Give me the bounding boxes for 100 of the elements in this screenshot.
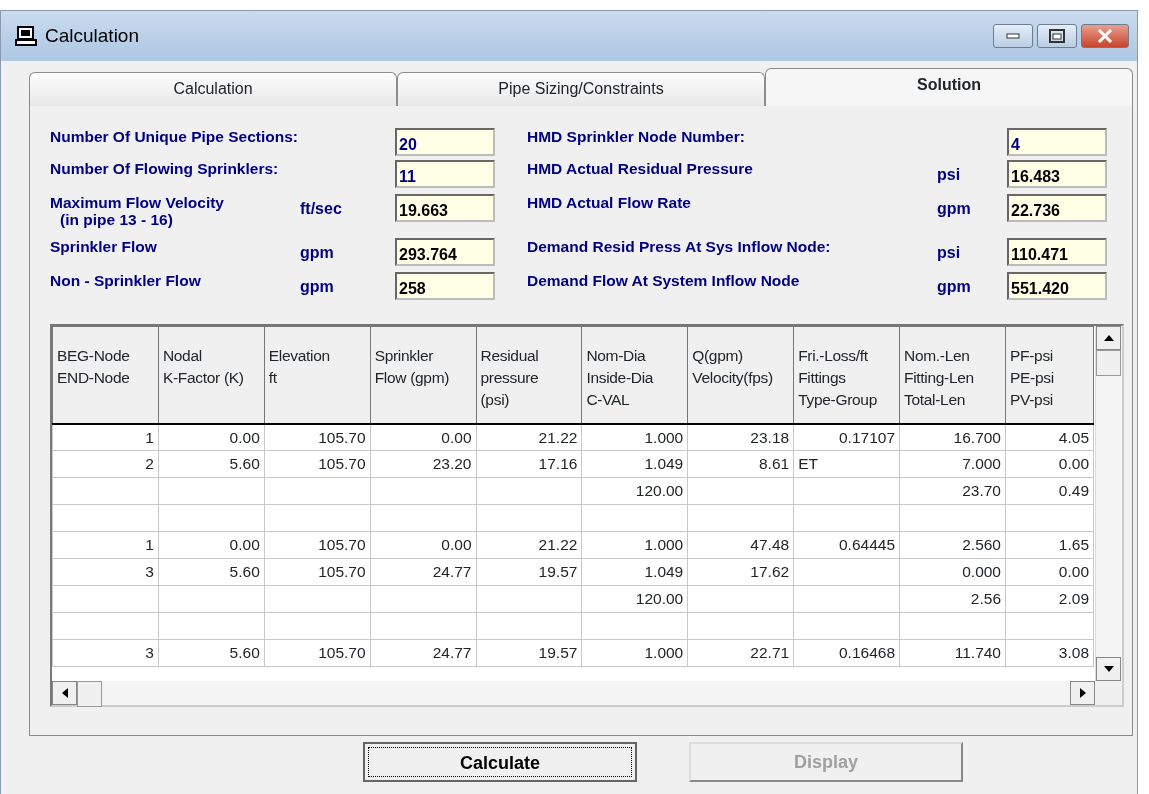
vertical-scrollbar[interactable] — [1095, 326, 1122, 681]
action-button[interactable]: Calculate — [363, 742, 637, 782]
table-cell: 120.00 — [581, 477, 688, 505]
unit-label: psi — [937, 165, 962, 185]
maximize-button[interactable] — [1037, 24, 1077, 48]
computer-icon — [15, 26, 37, 46]
table-cell: 1.049 — [581, 558, 688, 586]
unit-label: ft/sec — [300, 199, 343, 219]
column-header[interactable]: Sprinkler Flow (gpm) — [370, 326, 476, 424]
table-cell: 22.71 — [687, 639, 794, 667]
table-cell: 3 — [52, 558, 159, 586]
field-label: Number Of Flowing Sprinklers: — [50, 160, 280, 177]
table-cell: 0.16468 — [793, 639, 900, 667]
column-header[interactable]: Nodal K-Factor (K) — [158, 326, 265, 424]
table-cell: 3 — [52, 639, 159, 667]
table-cell: 16.700 — [899, 423, 1006, 451]
table-cell: 19.57 — [476, 558, 582, 586]
unit-label: gpm — [300, 277, 335, 297]
table-cell: 1.049 — [581, 450, 688, 478]
table-cell: 105.70 — [264, 423, 371, 451]
tab[interactable]: Solution — [765, 68, 1133, 106]
table-cell: 21.22 — [476, 531, 582, 559]
value-field[interactable]: 4 — [1007, 128, 1107, 156]
up-arrow-icon[interactable] — [1102, 334, 1115, 342]
table-cell: 2.56 — [899, 585, 1006, 613]
close-button[interactable] — [1081, 24, 1129, 48]
table-cell: 0.00 — [158, 423, 265, 451]
field-label: Demand Resid Press At Sys Inflow Node: — [527, 238, 832, 255]
table-cell: 23.20 — [370, 450, 476, 478]
table-cell: 1 — [52, 423, 159, 451]
field-note: (in pipe 13 - 16) — [59, 211, 174, 228]
table-cell: 0.00 — [370, 423, 476, 451]
table-cell: 24.77 — [370, 639, 476, 667]
column-header[interactable]: PF-psi PE-psi PV-psi — [1005, 326, 1094, 424]
table-cell: 8.61 — [687, 450, 794, 478]
maximize-icon — [1049, 29, 1065, 43]
column-header[interactable]: Residual pressure (psi) — [476, 326, 582, 424]
table-cell: 2 — [52, 450, 159, 478]
value-field[interactable]: 293.764 — [395, 238, 495, 266]
tab[interactable]: Pipe Sizing/Constraints — [397, 72, 765, 106]
table-cell: 11.740 — [899, 639, 1006, 667]
value-field[interactable]: 22.736 — [1007, 194, 1107, 222]
table-cell: ET — [793, 450, 900, 478]
table-cell: 3.08 — [1005, 639, 1094, 667]
table-cell: 2.560 — [899, 531, 1006, 559]
window-title: Calculation — [45, 23, 139, 48]
table-cell: 5.60 — [158, 639, 265, 667]
unit-label: gpm — [937, 277, 972, 297]
field-label: HMD Actual Flow Rate — [527, 194, 692, 211]
table-cell: 0.00 — [1005, 558, 1094, 586]
unit-label: gpm — [937, 199, 972, 219]
table-cell: 0.64445 — [793, 531, 900, 559]
table-cell: 7.000 — [899, 450, 1006, 478]
column-header[interactable]: Fri.-Loss/ft Fittings Type-Group — [793, 326, 900, 424]
field-label: HMD Sprinkler Node Number: — [527, 128, 746, 145]
table-cell: 1.000 — [581, 531, 688, 559]
field-label: Number Of Unique Pipe Sections: — [50, 128, 300, 145]
field-label: Maximum Flow Velocity — [50, 194, 225, 211]
table-cell: 19.57 — [476, 639, 582, 667]
column-header[interactable]: Elevation ft — [264, 326, 371, 424]
value-field[interactable]: 110.471 — [1007, 238, 1107, 266]
field-label: Non - Sprinkler Flow — [50, 272, 202, 289]
table-cell: 1.000 — [581, 423, 688, 451]
table-cell: 4.05 — [1005, 423, 1094, 451]
unit-label: gpm — [300, 243, 335, 263]
table-cell: 105.70 — [264, 450, 371, 478]
table-cell: 2.09 — [1005, 585, 1094, 613]
field-label: Demand Flow At System Inflow Node — [527, 272, 801, 289]
table-cell: 0.00 — [1005, 450, 1094, 478]
column-header[interactable]: BEG-Node END-Node — [52, 326, 159, 424]
table-cell: 17.62 — [687, 558, 794, 586]
right-arrow-icon[interactable] — [1078, 687, 1087, 699]
column-header[interactable]: Nom-Dia Inside-Dia C-VAL — [581, 326, 688, 424]
down-arrow-icon[interactable] — [1102, 665, 1115, 673]
scroll-thumb[interactable] — [1096, 350, 1121, 376]
value-field[interactable]: 258 — [395, 272, 495, 300]
minimize-button[interactable] — [993, 24, 1033, 48]
column-header[interactable]: Q(gpm) Velocity(fps) — [687, 326, 794, 424]
table-cell: 5.60 — [158, 450, 265, 478]
table-cell: 21.22 — [476, 423, 582, 451]
table-cell: 0.000 — [899, 558, 1006, 586]
value-field[interactable]: 11 — [395, 160, 495, 188]
table-cell: 0.17107 — [793, 423, 900, 451]
unit-label: psi — [937, 243, 962, 263]
value-field[interactable]: 19.663 — [395, 194, 495, 222]
table-cell: 23.70 — [899, 477, 1006, 505]
left-arrow-icon[interactable] — [60, 687, 69, 699]
table-cell: 47.48 — [687, 531, 794, 559]
column-header[interactable]: Nom.-Len Fitting-Len Total-Len — [899, 326, 1006, 424]
table-cell: 24.77 — [370, 558, 476, 586]
close-icon — [1097, 29, 1113, 43]
value-field[interactable]: 16.483 — [1007, 160, 1107, 188]
field-label: HMD Actual Residual Pressure — [527, 160, 754, 177]
scroll-thumb[interactable] — [77, 681, 102, 707]
horizontal-scrollbar[interactable] — [52, 681, 1095, 705]
table-cell: 105.70 — [264, 558, 371, 586]
table-cell: 105.70 — [264, 531, 371, 559]
value-field[interactable]: 551.420 — [1007, 272, 1107, 300]
tab[interactable]: Calculation — [29, 72, 397, 106]
value-field[interactable]: 20 — [395, 128, 495, 156]
